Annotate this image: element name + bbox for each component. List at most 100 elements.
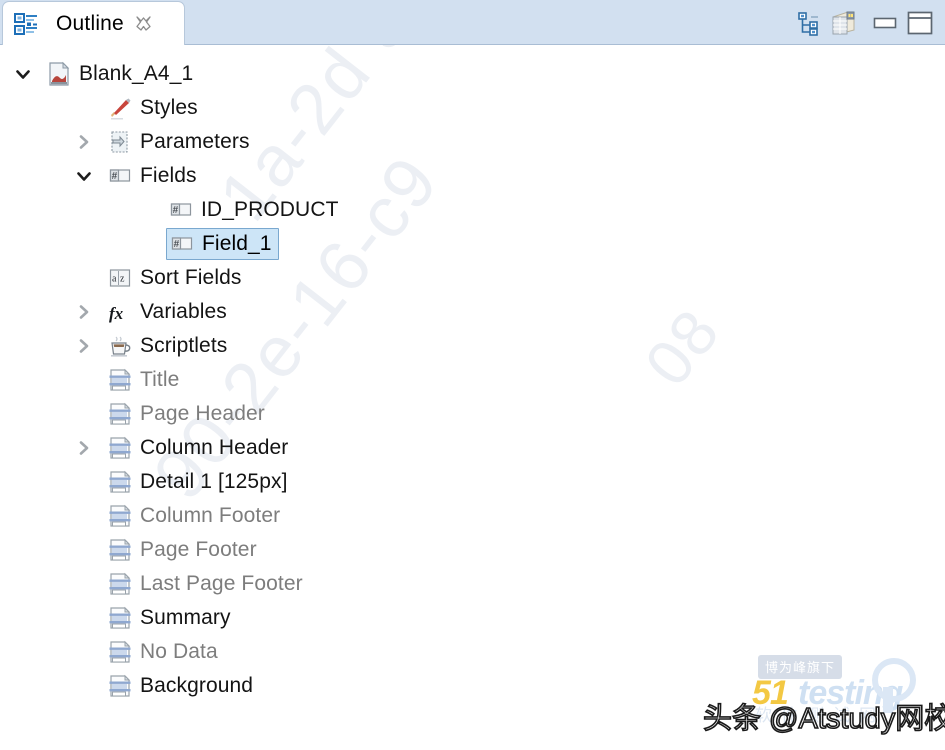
band-icon	[107, 571, 133, 597]
chevron-right-icon[interactable]	[73, 431, 95, 465]
band-icon	[107, 367, 133, 393]
svg-text:#: #	[112, 171, 118, 182]
tree-item-column-header[interactable]: Column Header	[105, 431, 288, 465]
styles-brush-icon	[107, 95, 133, 121]
tree-item-content[interactable]: # ID_PRODUCT	[166, 195, 339, 225]
report-view-button[interactable]	[828, 9, 858, 37]
tree-item-summary[interactable]: Summary	[105, 601, 231, 635]
tree-item-scriptlets[interactable]: Scriptlets	[105, 329, 227, 363]
tree-item-label: Background	[140, 674, 254, 697]
tree-item-content[interactable]: Scriptlets	[105, 331, 227, 361]
tree-item-column-footer[interactable]: Column Footer	[105, 499, 280, 533]
tree-item-label: Last Page Footer	[140, 572, 303, 595]
chevron-right-icon[interactable]	[73, 125, 95, 159]
chevron-down-icon[interactable]	[73, 159, 95, 193]
variables-fx-icon: fx	[107, 299, 133, 325]
tree-item-label: Styles	[140, 96, 198, 119]
band-icon	[107, 639, 133, 665]
outline-icon	[13, 11, 39, 37]
outline-tree[interactable]: Blank_A4_1 Styles Parameters # Fields # ID_PRO…	[0, 46, 945, 750]
chevron-down-icon[interactable]	[12, 57, 34, 91]
scriptlets-cup-icon	[107, 333, 133, 359]
report-document-icon	[828, 9, 858, 37]
tree-item-selected[interactable]: # Field_1	[166, 228, 279, 260]
svg-text:#: #	[174, 239, 180, 250]
tree-item-label: Blank_A4_1	[79, 62, 194, 85]
tree-item-content[interactable]: Column Header	[105, 433, 288, 463]
field-icon: #	[169, 231, 195, 257]
tree-item-content[interactable]: Background	[105, 671, 253, 701]
tree-item-id-product[interactable]: # ID_PRODUCT	[166, 193, 339, 227]
tree-item-page-header[interactable]: Page Header	[105, 397, 265, 431]
band-icon	[107, 469, 133, 495]
minimize-icon	[870, 9, 900, 37]
tree-item-content[interactable]: Detail 1 [125px]	[105, 467, 288, 497]
tree-item-label: Column Header	[140, 436, 289, 459]
tree-item-label: Page Footer	[140, 538, 257, 561]
tree-item-content[interactable]: a z Sort Fields	[105, 263, 241, 293]
tree-item-label: No Data	[140, 640, 218, 663]
svg-text:z: z	[120, 274, 125, 285]
close-icon[interactable]	[134, 14, 154, 34]
tree-item-content[interactable]: Last Page Footer	[105, 569, 303, 599]
tree-item-label: Variables	[140, 300, 227, 323]
tree-item-detail-1-125px[interactable]: Detail 1 [125px]	[105, 465, 288, 499]
tree-item-field-1[interactable]: # Field_1	[166, 227, 279, 261]
tree-hierarchy-icon	[794, 9, 824, 37]
tree-item-content[interactable]: # Fields	[105, 161, 197, 191]
tree-item-blank-a4-1[interactable]: Blank_A4_1	[44, 57, 193, 91]
tree-item-content[interactable]: Parameters	[105, 127, 250, 157]
sort-fields-icon: az	[107, 265, 133, 291]
tree-item-content[interactable]: Styles	[105, 93, 198, 123]
tree-item-label: ID_PRODUCT	[201, 198, 339, 221]
tree-item-sort-fields[interactable]: a z Sort Fields	[105, 261, 241, 295]
svg-text:fx: fx	[109, 304, 124, 323]
tree-item-page-footer[interactable]: Page Footer	[105, 533, 257, 567]
chevron-right-icon[interactable]	[73, 329, 95, 363]
tree-item-content[interactable]: fx Variables	[105, 297, 227, 327]
tree-item-variables[interactable]: fx Variables	[105, 295, 227, 329]
parameters-icon	[107, 129, 133, 155]
tree-item-content[interactable]: Title	[105, 365, 179, 395]
band-icon	[107, 401, 133, 427]
tab-outline[interactable]: Outline	[2, 1, 185, 45]
view-header-bar: Outline	[0, 0, 945, 45]
minimize-button[interactable]	[870, 9, 900, 37]
band-icon	[107, 503, 133, 529]
outline-view-window: 90-2e-16-c9 1a-2d 9900 08 Outline Blank_…	[0, 0, 945, 750]
tree-item-content[interactable]: Column Footer	[105, 501, 280, 531]
field-icon: #	[168, 197, 194, 223]
chevron-right-icon[interactable]	[73, 295, 95, 329]
tree-item-label: Scriptlets	[140, 334, 228, 357]
tree-item-label: Sort Fields	[140, 266, 242, 289]
fields-icon: #	[107, 163, 133, 189]
tree-item-content[interactable]: Page Footer	[105, 535, 257, 565]
tree-item-content[interactable]: No Data	[105, 637, 218, 667]
svg-text:#: #	[173, 205, 179, 216]
tree-item-label: Fields	[140, 164, 197, 187]
collapse-tree-button[interactable]	[794, 9, 824, 37]
tree-item-label: Column Footer	[140, 504, 281, 527]
tree-item-parameters[interactable]: Parameters	[105, 125, 250, 159]
band-icon	[107, 673, 133, 699]
tree-item-label: Title	[140, 368, 180, 391]
band-icon	[107, 537, 133, 563]
maximize-button[interactable]	[905, 9, 935, 37]
tree-item-styles[interactable]: Styles	[105, 91, 198, 125]
tree-item-no-data[interactable]: No Data	[105, 635, 218, 669]
tree-item-content[interactable]: Page Header	[105, 399, 265, 429]
tree-item-title[interactable]: Title	[105, 363, 179, 397]
tree-item-label: Parameters	[140, 130, 250, 153]
tree-item-content[interactable]: Blank_A4_1	[44, 59, 193, 89]
band-icon	[107, 605, 133, 631]
tab-outline-label: Outline	[56, 11, 124, 35]
tree-item-label: Field_1	[202, 232, 272, 255]
jasper-report-icon	[46, 61, 72, 87]
tree-item-fields[interactable]: # Fields	[105, 159, 197, 193]
tree-item-content[interactable]: Summary	[105, 603, 231, 633]
tree-item-last-page-footer[interactable]: Last Page Footer	[105, 567, 303, 601]
band-icon	[107, 435, 133, 461]
tree-item-background[interactable]: Background	[105, 669, 253, 703]
tree-item-label: Summary	[140, 606, 231, 629]
tree-item-label: Detail 1 [125px]	[140, 470, 288, 493]
